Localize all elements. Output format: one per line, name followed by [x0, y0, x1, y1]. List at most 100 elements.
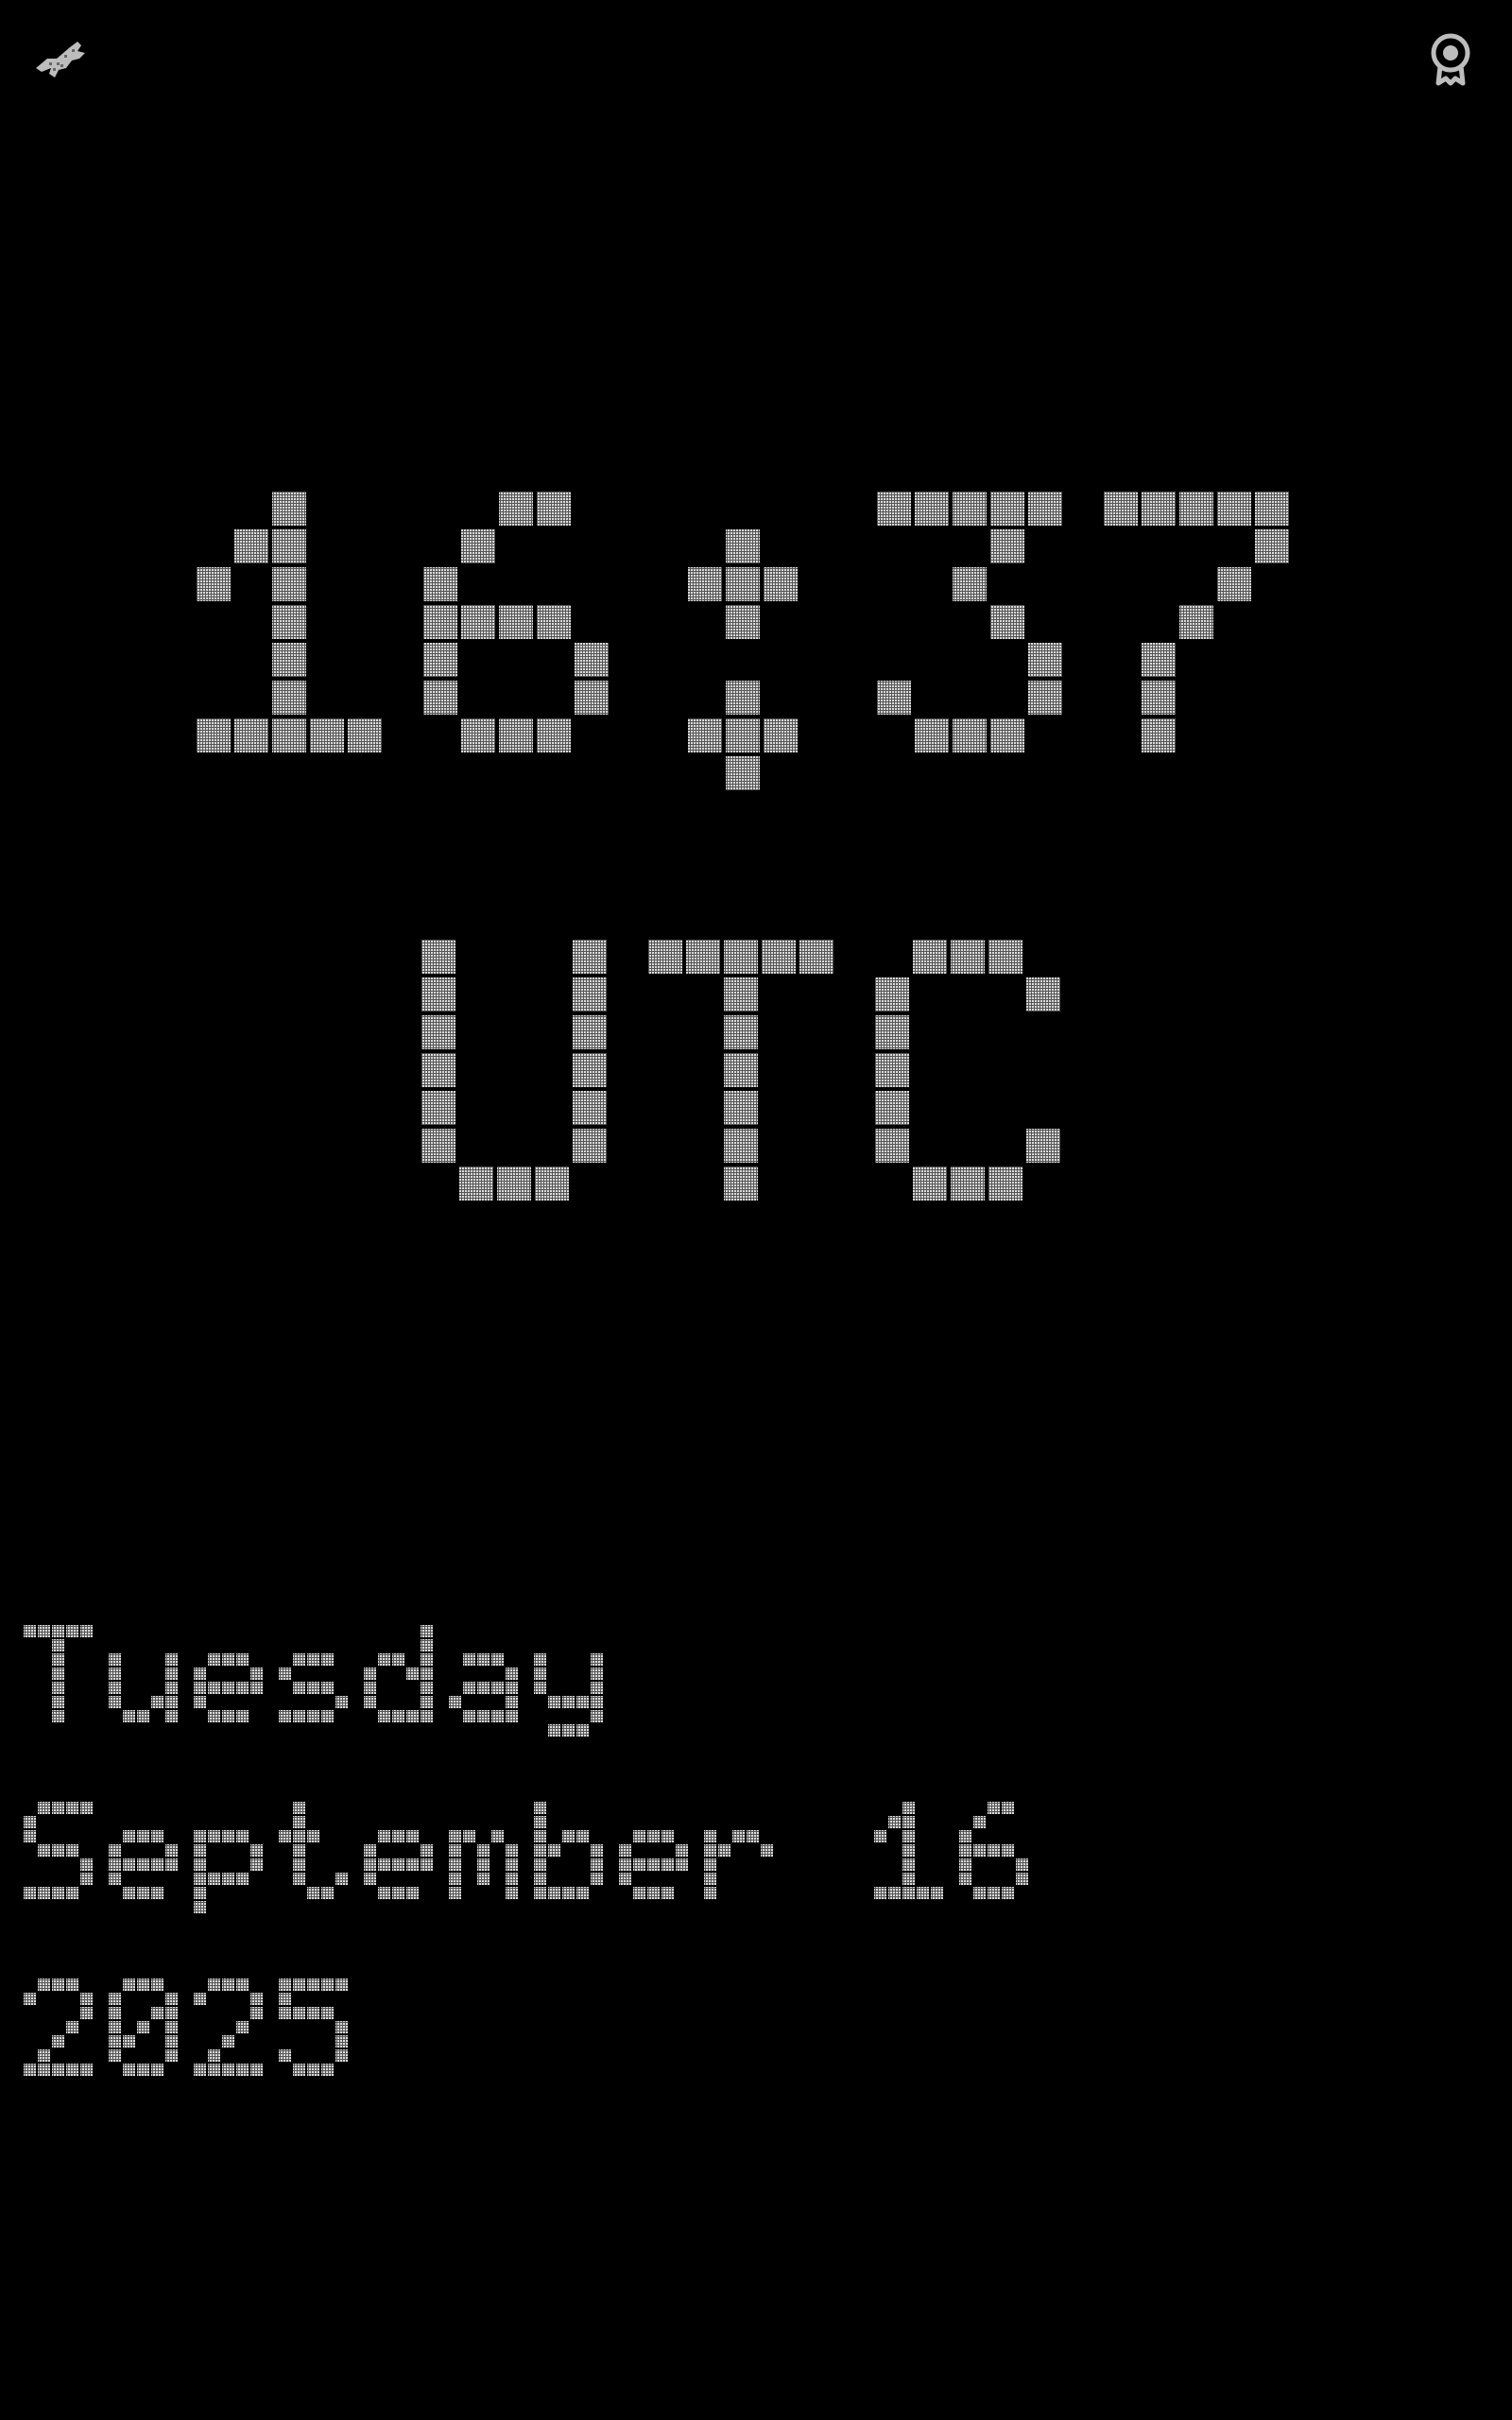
monthday-pixel: [66, 1802, 78, 1814]
monthday-pixel: [902, 1830, 915, 1842]
bird-icon[interactable]: [28, 26, 94, 93]
monthday-pixel: [137, 1830, 149, 1842]
weekday-pixel: [591, 1682, 603, 1694]
weekday-pixel: [477, 1710, 490, 1722]
year-pixel: [279, 2007, 291, 2019]
monthday-pixel: [52, 1802, 64, 1814]
year-pixel: [123, 2064, 135, 2076]
weekday-pixel: [321, 1682, 334, 1694]
monthday-pixel: [704, 1887, 716, 1899]
monthday-pixel: [364, 1873, 376, 1885]
monthday-pixel: [1002, 1887, 1014, 1899]
weekday-pixel: [506, 1710, 518, 1722]
monthday-pixel: [378, 1858, 390, 1871]
time-pixel: [1179, 605, 1213, 639]
zone-pixel: [762, 940, 796, 974]
time-char: [423, 492, 609, 752]
monthday-char: [364, 1830, 433, 1899]
monthday-pixel: [931, 1887, 943, 1899]
time-pixel: [272, 567, 306, 601]
time-pixel: [990, 529, 1024, 563]
monthday-pixel: [151, 1887, 163, 1899]
zone-pixel: [573, 940, 607, 974]
monthday-char: [874, 1802, 943, 1899]
weekday-pixel: [548, 1724, 560, 1737]
monthday-pixel: [761, 1844, 773, 1857]
monthday-pixel: [38, 1802, 50, 1814]
year-pixel: [279, 1993, 291, 2005]
time-pixel: [575, 643, 609, 677]
time-pixel: [234, 529, 268, 563]
monthday-pixel: [236, 1873, 249, 1885]
monthday-pixel: [109, 1844, 121, 1857]
weekday-pixel: [335, 1696, 348, 1708]
time-pixel: [764, 718, 798, 752]
monthday-pixel: [421, 1844, 433, 1857]
monthday-pixel: [562, 1830, 575, 1842]
monthday-pixel: [506, 1858, 518, 1871]
year-pixel: [165, 1993, 178, 2005]
time-svg: [197, 492, 1289, 790]
monthday-pixel: [704, 1844, 716, 1857]
time-pixel: [575, 681, 609, 715]
monthday-pixel: [406, 1858, 419, 1871]
weekday-pixel: [109, 1682, 121, 1694]
zone-pixel: [421, 1015, 455, 1049]
zone-pixel: [686, 940, 720, 974]
weekday-pixel: [165, 1696, 178, 1708]
year-pixel: [208, 2064, 220, 2076]
time-pixel: [726, 681, 760, 715]
weekday-pixel: [208, 1682, 220, 1694]
monthday-pixel: [392, 1858, 404, 1871]
monthday-pixel: [676, 1858, 688, 1871]
weekday-pixel: [52, 1639, 64, 1651]
monthday-pixel: [236, 1830, 249, 1842]
year-pixel: [165, 2035, 178, 2048]
year-pixel: [222, 2064, 234, 2076]
monthday-pixel: [973, 1816, 986, 1828]
monthday-pixel: [449, 1830, 461, 1842]
time-pixel: [1142, 681, 1176, 715]
monthday-pixel: [151, 1858, 163, 1871]
year-pixel: [123, 1979, 135, 1991]
month-day-label: September 16: [23, 1801, 1043, 1928]
year-pixel: [109, 2035, 121, 2048]
year-pixel: [321, 2007, 334, 2019]
weekday-label: Tuesday: [23, 1624, 618, 1752]
year-pixel: [165, 2007, 178, 2019]
monthday-pixel: [704, 1830, 716, 1842]
monthday-pixel: [676, 1844, 688, 1857]
time-char: [688, 529, 798, 790]
time-pixel: [1255, 529, 1289, 563]
award-ribbon-icon[interactable]: [1418, 26, 1484, 93]
monthday-pixel: [902, 1816, 915, 1828]
monthday-pixel: [406, 1830, 419, 1842]
time-pixel: [1255, 492, 1289, 526]
zone-pixel: [573, 1053, 607, 1087]
weekday-pixel: [421, 1696, 433, 1708]
time-pixel: [197, 567, 231, 601]
zone-pixel: [573, 1015, 607, 1049]
weekday-pixel: [463, 1682, 475, 1694]
zone-pixel: [421, 977, 455, 1011]
time-pixel: [688, 718, 722, 752]
year-pixel: [52, 2064, 64, 2076]
year-pixel: [208, 2049, 220, 2062]
time-pixel: [272, 605, 306, 639]
weekday-char: [194, 1653, 263, 1722]
weekday-pixel: [307, 1682, 319, 1694]
monthday-pixel: [194, 1858, 206, 1871]
monthday-pixel: [562, 1887, 575, 1899]
monthday-pixel: [165, 1858, 178, 1871]
zone-pixel: [648, 940, 682, 974]
zone-pixel: [988, 1167, 1022, 1201]
weekday-pixel: [222, 1682, 234, 1694]
monthday-pixel: [959, 1830, 971, 1842]
year-pixel: [194, 2064, 206, 2076]
monthday-char: [704, 1830, 773, 1899]
time-pixel: [726, 605, 760, 639]
year-pixel: [236, 2064, 249, 2076]
year-pixel: [165, 2049, 178, 2062]
time-pixel: [499, 492, 533, 526]
monthday-pixel: [137, 1858, 149, 1871]
